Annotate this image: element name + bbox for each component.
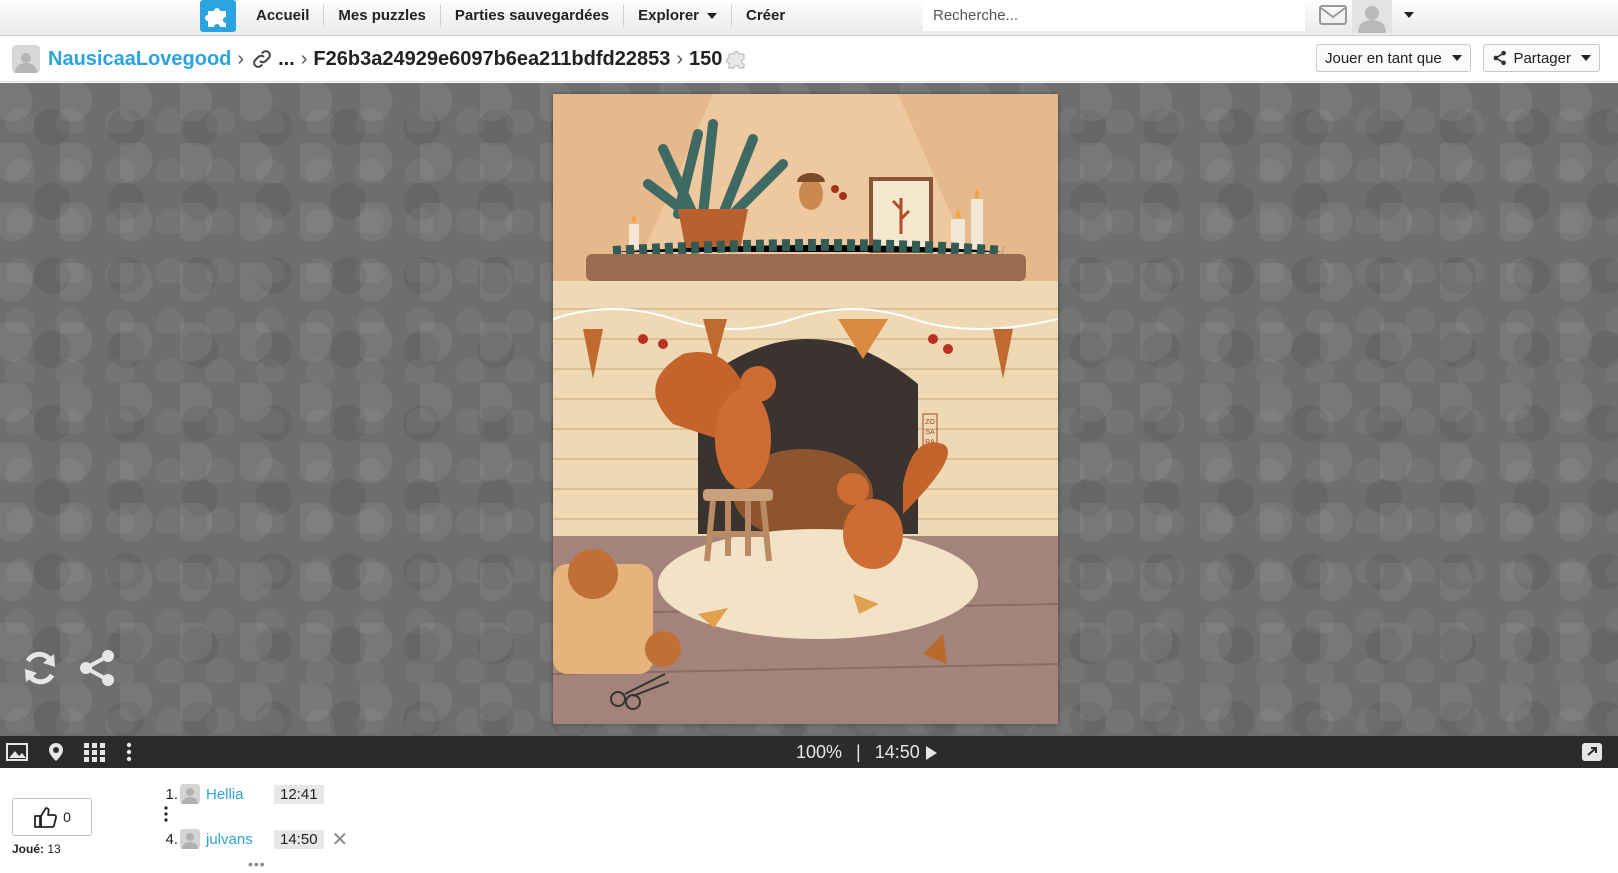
puzzle-piece-icon xyxy=(726,50,745,69)
thumbs-up-icon xyxy=(34,807,58,828)
share-dropdown[interactable]: Partager xyxy=(1483,44,1600,72)
zoom-timer-display: 100% | 14:50 xyxy=(796,742,937,763)
breadcrumb-ellipsis[interactable]: ... xyxy=(278,48,295,71)
played-value: 13 xyxy=(47,842,61,856)
chevron-right-icon: › xyxy=(300,47,308,70)
user-silhouette-icon xyxy=(1358,6,1386,33)
user-menu-chevron-icon[interactable] xyxy=(1404,12,1414,18)
piece-count: 150 xyxy=(689,47,723,70)
user-silhouette-icon xyxy=(182,788,198,804)
svg-text:ZO: ZO xyxy=(925,419,935,426)
nav-explore-label: Explorer xyxy=(638,7,700,24)
nav-create[interactable]: Créer xyxy=(732,5,799,27)
user-silhouette-icon xyxy=(15,53,37,73)
like-count: 0 xyxy=(63,809,71,825)
played-label: Joué: xyxy=(12,842,45,856)
like-button[interactable]: 0 xyxy=(12,798,92,836)
chevron-down-icon xyxy=(707,13,718,19)
svg-text:SA: SA xyxy=(925,429,935,436)
nav-my-puzzles-label: Mes puzzles xyxy=(338,7,426,24)
share-icon[interactable] xyxy=(77,648,117,688)
puzzle-board[interactable]: ZO SA RA xyxy=(0,83,1618,736)
zoom-level: 100% xyxy=(796,742,843,762)
refresh-icon[interactable] xyxy=(20,648,60,688)
image-preview-icon[interactable] xyxy=(5,741,29,763)
mail-icon[interactable] xyxy=(1318,3,1348,27)
nav-links: Accueil Mes puzzles Parties sauvegardées… xyxy=(242,0,799,32)
nav-home[interactable]: Accueil xyxy=(242,5,325,27)
chevron-right-icon: › xyxy=(237,47,245,70)
share-icon xyxy=(1493,50,1506,66)
more-scores[interactable]: ••• xyxy=(248,856,266,872)
grid-icon[interactable] xyxy=(82,741,106,763)
link-icon[interactable] xyxy=(250,47,274,71)
puzzle-image[interactable]: ZO SA RA xyxy=(553,94,1058,724)
user-silhouette-icon xyxy=(182,833,198,849)
close-icon[interactable]: ✕ xyxy=(332,827,349,852)
rank: 4. xyxy=(165,830,178,848)
breadcrumb-bar: NausicaaLovegood › ... › F26b3a24929e609… xyxy=(0,36,1618,82)
fullscreen-icon[interactable] xyxy=(1580,741,1604,763)
player-time: 12:41 xyxy=(274,784,324,804)
autumn-squirrels-fireplace-illustration: ZO SA RA xyxy=(553,94,1058,724)
nav-create-label: Créer xyxy=(746,7,786,24)
play-as-label: Jouer en tant que xyxy=(1325,49,1442,67)
top-nav: Accueil Mes puzzles Parties sauvegardées… xyxy=(0,0,1618,36)
nav-explore[interactable]: Explorer xyxy=(624,5,733,27)
player-time: 14:50 xyxy=(274,829,324,849)
site-logo-puzzle-icon[interactable] xyxy=(200,0,236,32)
chevron-down-icon xyxy=(1451,55,1462,61)
leaderboard-row: 1. Hellia 12:41 xyxy=(160,782,324,806)
chevron-right-icon: › xyxy=(676,47,684,70)
rank: 1. xyxy=(165,785,178,803)
player-avatar[interactable] xyxy=(180,829,200,849)
player-avatar[interactable] xyxy=(180,784,200,804)
nav-my-puzzles[interactable]: Mes puzzles xyxy=(324,5,441,27)
player-link[interactable]: Hellia xyxy=(206,786,274,803)
owner-avatar[interactable] xyxy=(12,45,40,73)
chevron-down-icon xyxy=(1581,55,1591,61)
owner-link[interactable]: NausicaaLovegood xyxy=(48,48,231,71)
ghost-image-icon[interactable] xyxy=(44,741,68,763)
search-input[interactable] xyxy=(923,0,1305,31)
player-link[interactable]: julvans xyxy=(206,831,274,848)
play-icon[interactable] xyxy=(925,745,937,760)
nav-saved-games[interactable]: Parties sauvegardées xyxy=(441,5,625,27)
leaderboard-row: 4. julvans 14:50 ✕ xyxy=(160,827,348,851)
user-avatar[interactable] xyxy=(1352,0,1392,33)
puzzle-control-bar: 100% | 14:50 xyxy=(0,736,1618,768)
puzzle-id[interactable]: F26b3a24929e6097b6ea211bdfd22853 xyxy=(313,48,670,71)
share-label: Partager xyxy=(1513,49,1571,67)
nav-saved-games-label: Parties sauvegardées xyxy=(454,7,610,24)
play-as-dropdown[interactable]: Jouer en tant que xyxy=(1316,44,1471,72)
nav-home-label: Accueil xyxy=(256,7,310,24)
divider: | xyxy=(856,742,861,762)
breadcrumb: NausicaaLovegood › ... › F26b3a24929e609… xyxy=(12,44,750,74)
more-vertical-icon[interactable] xyxy=(124,741,134,763)
played-count: Joué: 13 xyxy=(12,842,61,856)
timer: 14:50 xyxy=(874,742,920,762)
more-vertical-icon[interactable] xyxy=(164,806,168,822)
